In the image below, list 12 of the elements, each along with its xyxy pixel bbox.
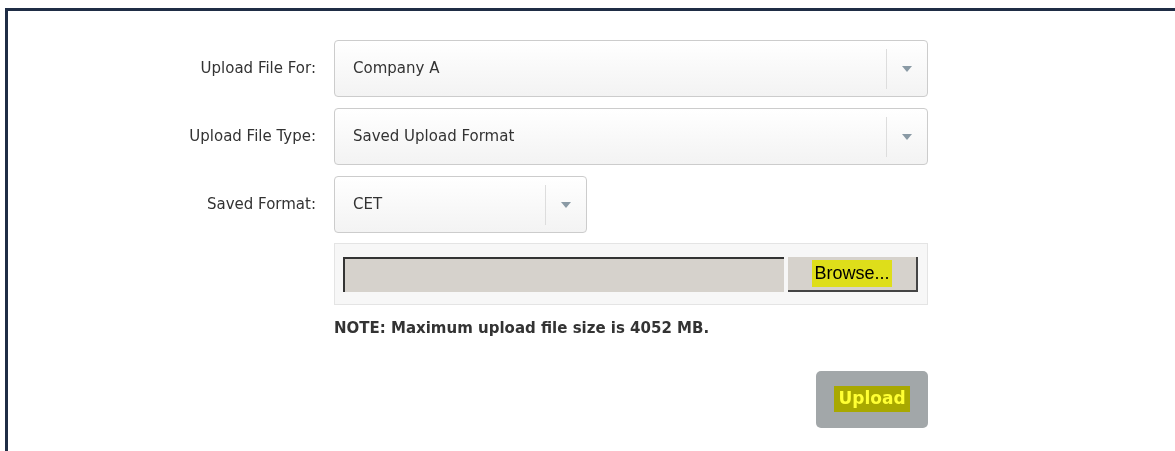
field-label: Upload File Type: bbox=[188, 126, 316, 148]
browse-button[interactable]: Browse... bbox=[788, 256, 918, 292]
field-label: Saved Format: bbox=[205, 194, 316, 216]
caret-icon bbox=[902, 65, 912, 72]
file-path-field[interactable] bbox=[343, 256, 784, 292]
caret-icon bbox=[902, 133, 912, 140]
field-label: Upload File For: bbox=[199, 58, 316, 80]
dropdown[interactable]: Saved Upload Format bbox=[334, 108, 928, 165]
dropdown[interactable]: Company A bbox=[334, 40, 928, 97]
dropdown[interactable]: CET bbox=[334, 176, 587, 233]
caret-icon bbox=[561, 201, 571, 208]
note-text: NOTE: Maximum upload file size is 4052 MB. bbox=[334, 318, 711, 339]
